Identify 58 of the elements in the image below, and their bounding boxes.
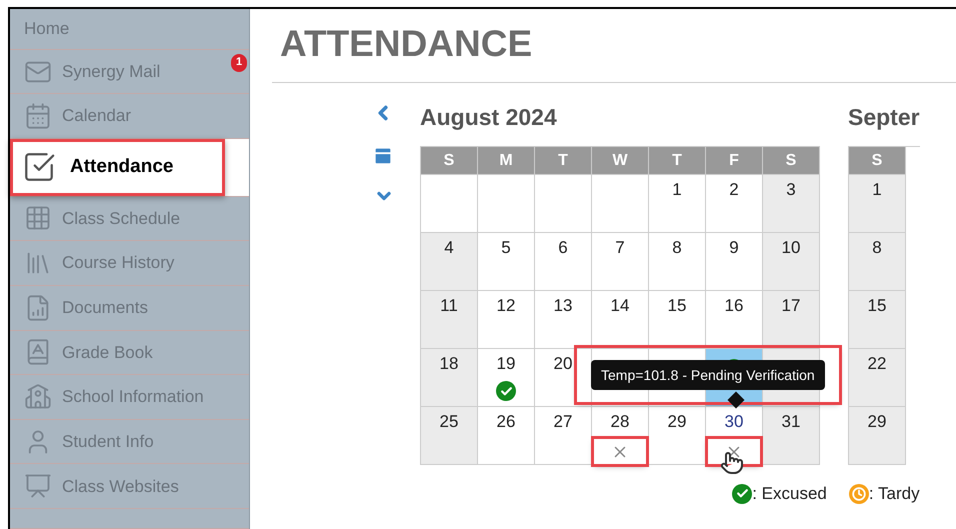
month-title: August 2024: [420, 103, 558, 132]
sidebar-label: Class Schedule: [62, 208, 180, 230]
weekday-header: W: [592, 147, 649, 175]
day-number: 10: [782, 237, 800, 259]
day-number: 9: [729, 237, 739, 259]
day-number: 19: [496, 353, 516, 375]
day-number: 25: [440, 411, 458, 433]
sidebar-label: Synergy Mail: [62, 60, 160, 83]
day-number: 22: [868, 353, 886, 375]
sidebar-label: School Information: [62, 386, 204, 408]
day-number: 3: [786, 179, 796, 201]
day-number: 1: [672, 179, 682, 201]
day-number: 12: [496, 295, 516, 317]
weekday-header: S: [849, 147, 906, 175]
weekday-header: T: [649, 147, 706, 175]
weekday-header: M: [478, 147, 535, 175]
sidebar-label: Attendance: [69, 155, 174, 180]
day-number: 2: [729, 179, 739, 201]
day-number: 1: [872, 179, 882, 201]
day-number: 29: [668, 411, 686, 433]
tooltip: Temp=101.8 - Pending Verification: [591, 360, 825, 390]
sidebar-label: Calendar: [62, 105, 131, 128]
day-number: 28: [610, 411, 630, 433]
sidebar-label: Documents: [62, 296, 148, 319]
legend-label: : Tardy: [868, 483, 920, 505]
day-number: 26: [496, 411, 516, 433]
day-number: 13: [554, 295, 572, 317]
day-number: 30: [724, 411, 744, 433]
legend-label: : Excused: [752, 483, 827, 505]
day-number: 4: [444, 237, 454, 259]
day-number: 20: [554, 353, 572, 375]
sidebar-label: Course History: [62, 252, 174, 274]
day-number: 27: [554, 411, 572, 433]
weekday-header: F: [706, 147, 763, 175]
page-title: ATTENDANCE: [279, 22, 534, 66]
day-number: 14: [610, 295, 630, 317]
month-title: Septer: [848, 103, 920, 132]
sidebar-label: Student Info: [62, 430, 154, 453]
day-number: 8: [672, 237, 682, 259]
notification-badge: 1: [231, 54, 247, 72]
weekday-header: S: [763, 147, 820, 175]
sidebar-label: Class Websites: [62, 476, 179, 498]
day-number: 17: [782, 295, 800, 317]
day-number: 15: [868, 295, 886, 317]
sidebar-label: Grade Book: [62, 342, 153, 364]
day-number: 18: [440, 353, 458, 375]
day-number: 29: [868, 411, 886, 433]
day-number: 7: [615, 237, 625, 259]
day-number: 8: [872, 237, 882, 259]
weekday-header: T: [535, 147, 592, 175]
weekday-header: S: [421, 147, 478, 175]
day-number: 11: [440, 295, 458, 317]
day-number: 31: [782, 411, 800, 433]
sidebar-label: Home: [24, 18, 70, 40]
day-number: 16: [724, 295, 744, 317]
day-number: 15: [668, 295, 686, 317]
day-number: 5: [501, 237, 511, 259]
day-number: 6: [558, 237, 568, 259]
